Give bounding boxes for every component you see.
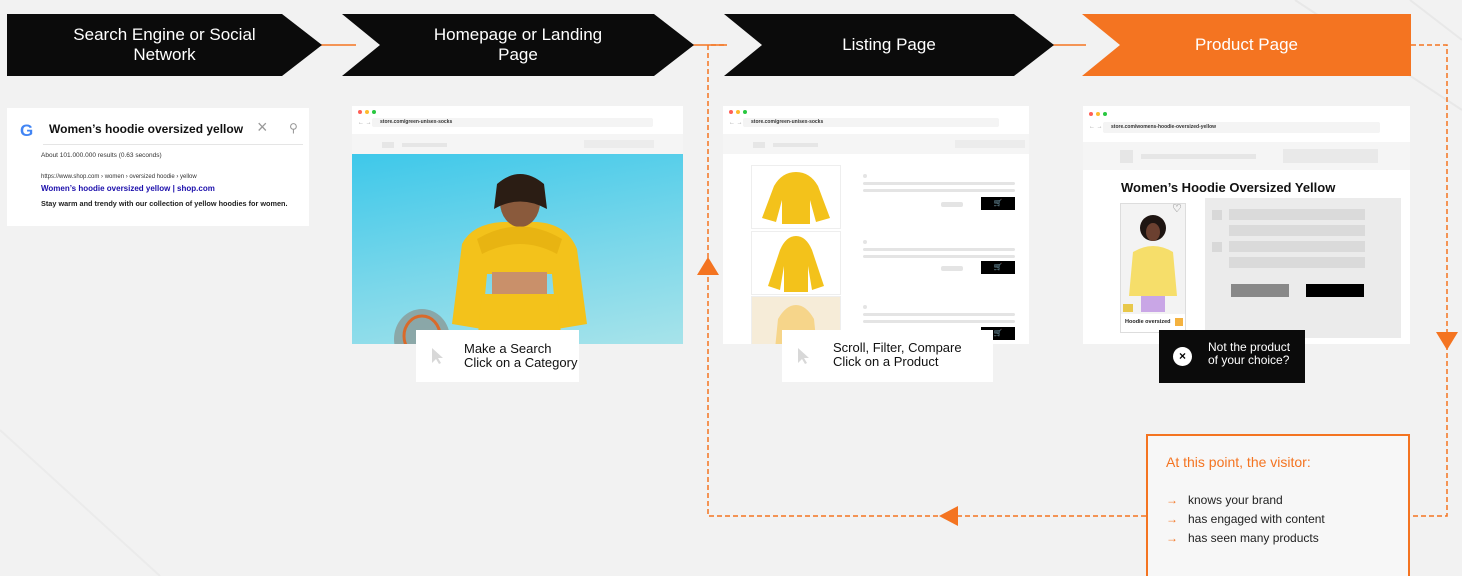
url-bar: store.com/green-unisex-socks — [372, 118, 653, 127]
callout-line-2: of your choice? — [1208, 353, 1290, 367]
search-result-card: G Women’s hoodie oversized yellow × ⚲ Ab… — [7, 108, 309, 226]
result-url: https://www.shop.com › women › oversized… — [41, 174, 197, 180]
caption-line-1: Scroll, Filter, Compare — [833, 340, 962, 355]
step-label: Product Page — [1194, 35, 1298, 54]
browser-chrome: ← → C store.com/womens-hoodie-oversized-… — [1083, 106, 1410, 140]
step-listing-page: Listing Page — [724, 14, 1054, 76]
caption-line-1: Make a Search — [464, 341, 552, 356]
list-item: → has engaged with content — [1166, 512, 1325, 526]
product-info-panel — [1205, 198, 1401, 338]
product-image-card[interactable]: ♡ Hoodie oversized — [1120, 203, 1186, 333]
search-query: Women’s hoodie oversized yellow — [49, 122, 244, 136]
secondary-button[interactable] — [1231, 284, 1289, 297]
cursor-icon — [798, 348, 809, 364]
color-swatch[interactable] — [1175, 318, 1183, 326]
close-icon[interactable]: × — [1173, 347, 1192, 366]
caption-line-2: Click on a Category — [464, 355, 578, 370]
url-bar: store.com/green-unisex-socks — [743, 118, 999, 127]
product-thumbnail[interactable] — [751, 231, 841, 295]
product-thumbnail[interactable] — [751, 165, 841, 229]
caption-line-2: Click on a Product — [833, 354, 939, 369]
up-arrow-head — [697, 257, 719, 275]
window-dots — [1089, 112, 1107, 116]
cursor-icon — [432, 348, 443, 364]
listing-action-caption: Scroll, Filter, Compare Click on a Produ… — [782, 330, 993, 382]
dashed-right-loop — [1410, 44, 1448, 517]
visitor-list: → knows your brand → has engaged with cont… — [1166, 491, 1325, 548]
hoodie-thumbnail-image — [762, 172, 830, 224]
url-bar: store.com/womens-hoodie-oversized-yellow — [1103, 122, 1380, 133]
clear-icon: × — [257, 117, 268, 137]
arrow-right-icon: → — [1166, 493, 1178, 507]
result-title: Women’s hoodie oversized yellow | shop.c… — [41, 184, 215, 193]
step-homepage: Homepage or Landing Page — [342, 14, 694, 76]
step-label: Homepage or Landing Page — [433, 25, 603, 64]
add-to-cart-button[interactable]: 🛒 — [981, 261, 1015, 274]
step-label: Listing Page — [842, 35, 936, 54]
arrow-right-icon: → — [1166, 531, 1178, 545]
search-icon: ⚲ — [289, 121, 298, 135]
site-header — [723, 134, 1029, 154]
left-arrow-head — [939, 506, 958, 526]
heart-icon[interactable]: ♡ — [1172, 202, 1182, 215]
listing-browser: ← → C store.com/green-unisex-socks 🛒 🛒 🛒 — [723, 106, 1029, 344]
product-title: Women’s Hoodie Oversized Yellow — [1121, 180, 1336, 195]
thumb-label: Hoodie oversized — [1125, 319, 1171, 325]
window-dots — [729, 110, 747, 114]
result-count: About 101.000.000 results (0.63 seconds) — [41, 152, 162, 159]
step-search-engine: Search Engine or Social Network — [7, 14, 322, 76]
product-browser: ← → C store.com/womens-hoodie-oversized-… — [1083, 106, 1410, 344]
primary-button[interactable] — [1306, 284, 1364, 297]
homepage-browser: ← → C store.com/green-unisex-socks — [352, 106, 683, 344]
visitor-title: At this point, the visitor: — [1166, 454, 1311, 470]
list-item: → has seen many products — [1166, 531, 1319, 545]
window-dots — [358, 110, 376, 114]
divider — [43, 144, 303, 145]
visitor-info-box: At this point, the visitor: → knows your … — [1146, 434, 1410, 576]
google-logo-icon: G — [20, 121, 34, 140]
list-item: → knows your brand — [1166, 493, 1283, 507]
hoodie-thumbnail-image — [768, 236, 824, 292]
hero-image — [352, 154, 683, 344]
result-description: Stay warm and trendy with our collection… — [41, 199, 288, 208]
not-your-choice-callout: × Not the product of your choice? — [1159, 330, 1305, 383]
hoodie-model-illustration — [394, 174, 587, 344]
browser-chrome: ← → C store.com/green-unisex-socks — [723, 106, 1029, 134]
site-header — [352, 134, 683, 154]
step-product-page: Product Page — [1082, 14, 1411, 76]
add-to-cart-button[interactable]: 🛒 — [981, 197, 1015, 210]
homepage-action-caption: Make a Search Click on a Category — [416, 330, 579, 382]
step-label: Search Engine or Social Network — [73, 25, 256, 64]
browser-chrome: ← → C store.com/green-unisex-socks — [352, 106, 683, 134]
arrow-right-icon: → — [1166, 512, 1178, 526]
site-header — [1083, 142, 1410, 170]
product-photo — [1121, 204, 1185, 314]
down-arrow-head — [1436, 332, 1458, 350]
